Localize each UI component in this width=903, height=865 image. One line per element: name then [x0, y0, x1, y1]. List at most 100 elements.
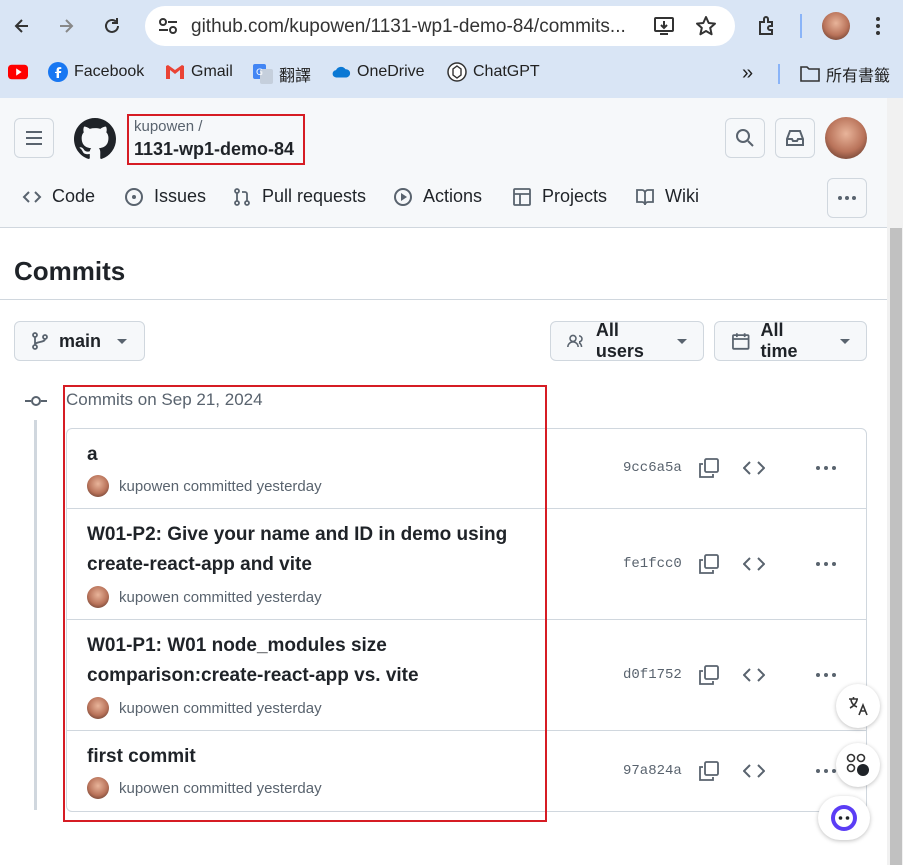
folder-icon — [800, 64, 820, 84]
bookmark-label: OneDrive — [357, 63, 425, 80]
tab-actions[interactable]: Actions — [393, 186, 482, 207]
github-logo-icon[interactable] — [74, 118, 116, 165]
search-button[interactable] — [725, 118, 765, 158]
tab-label: Pull requests — [262, 186, 367, 206]
install-app-icon[interactable] — [653, 16, 675, 41]
svg-text:G: G — [256, 68, 263, 78]
bookmark-onedrive[interactable]: OneDrive — [331, 62, 425, 82]
time-filter-label: All time — [760, 320, 798, 361]
kebab-horizontal-icon[interactable] — [815, 553, 837, 575]
translate-extension-button[interactable] — [836, 684, 880, 728]
table-icon — [513, 187, 531, 206]
hamburger-menu-button[interactable] — [14, 118, 54, 158]
bookmark-facebook[interactable]: Facebook — [48, 62, 144, 82]
facebook-icon — [48, 62, 68, 82]
chevron-down-icon — [677, 338, 687, 344]
commit-sha-link[interactable]: 97a824a — [623, 763, 682, 779]
bookmark-label: Gmail — [191, 63, 233, 80]
toolbar-divider — [800, 14, 802, 38]
users-filter-label: All users — [595, 320, 644, 361]
issue-icon — [125, 187, 143, 206]
chevron-down-icon — [840, 338, 850, 344]
tab-wiki[interactable]: Wiki — [635, 186, 699, 207]
chatgpt-icon — [447, 62, 467, 82]
forward-icon[interactable] — [50, 10, 82, 42]
inbox-button[interactable] — [775, 118, 815, 158]
scrollbar-thumb[interactable] — [890, 228, 902, 865]
user-avatar[interactable] — [825, 117, 867, 159]
all-bookmarks-button[interactable]: 所有書籤 — [800, 62, 890, 86]
annotation-box-repo — [127, 114, 305, 165]
browse-code-icon[interactable] — [743, 457, 765, 479]
url-text[interactable]: github.com/kupowen/1131-wp1-demo-84/comm… — [191, 16, 626, 38]
translate-icon — [849, 697, 868, 716]
browse-code-icon[interactable] — [743, 760, 765, 782]
bookmark-label: Facebook — [74, 63, 145, 80]
tab-projects[interactable]: Projects — [512, 186, 607, 207]
bookmarks-bar: Facebook Gmail G 翻譯 OneDrive ChatGPT » 所… — [0, 58, 903, 88]
repo-header: kupowen / 1131-wp1-demo-84 Code Issues P… — [0, 98, 887, 228]
time-filter[interactable]: All time — [714, 320, 867, 361]
copy-icon[interactable] — [698, 664, 720, 686]
inbox-icon — [786, 130, 804, 146]
book-icon — [636, 188, 654, 205]
bookmark-chatgpt[interactable]: ChatGPT — [447, 62, 540, 82]
chrome-menu-icon[interactable] — [870, 14, 886, 43]
chevron-down-icon — [117, 338, 128, 344]
bookmark-youtube[interactable] — [8, 62, 28, 82]
bookmark-gmail[interactable]: Gmail — [165, 62, 233, 82]
kebab-horizontal-icon[interactable] — [815, 457, 837, 479]
translate-icon: G — [253, 64, 273, 84]
tab-label: Actions — [423, 186, 483, 206]
calendar-icon — [732, 333, 750, 350]
assistant-extension-button[interactable] — [818, 796, 870, 840]
apps-github-icon — [846, 753, 869, 776]
pull-request-icon — [234, 187, 250, 206]
commit-sha-link[interactable]: 9cc6a5a — [623, 460, 682, 476]
apps-github-extension-button[interactable] — [836, 743, 880, 787]
bookmark-star-icon[interactable] — [695, 15, 717, 42]
users-filter[interactable]: All users — [550, 320, 704, 361]
copy-icon[interactable] — [698, 760, 720, 782]
tab-label: Code — [52, 186, 96, 206]
browse-code-icon[interactable] — [743, 664, 765, 686]
hamburger-icon — [26, 131, 42, 145]
more-bookmarks-button[interactable]: » — [742, 62, 753, 85]
tab-code[interactable]: Code — [22, 186, 95, 207]
commit-sha-link[interactable]: fe1fcc0 — [623, 556, 682, 572]
browse-code-icon[interactable] — [743, 553, 765, 575]
tab-issues[interactable]: Issues — [124, 186, 206, 207]
annotation-box-commits — [63, 385, 547, 822]
all-bookmarks-label: 所有書籤 — [826, 68, 891, 85]
git-commit-icon — [25, 394, 47, 412]
bookmark-translate[interactable]: G 翻譯 — [253, 62, 311, 86]
site-info-icon[interactable] — [157, 16, 179, 41]
copy-icon[interactable] — [698, 457, 720, 479]
address-bar[interactable]: github.com/kupowen/1131-wp1-demo-84/comm… — [145, 6, 735, 46]
tab-label: Wiki — [665, 186, 699, 206]
tab-pull-requests[interactable]: Pull requests — [232, 186, 366, 207]
branch-icon — [32, 332, 48, 350]
tab-label: Issues — [154, 186, 207, 206]
page-title: Commits — [14, 256, 126, 286]
code-icon — [22, 190, 42, 203]
bookmark-label: ChatGPT — [473, 63, 540, 80]
extensions-icon[interactable] — [756, 14, 780, 43]
kebab-horizontal-icon — [838, 196, 856, 200]
github-page: kupowen / 1131-wp1-demo-84 Code Issues P… — [0, 98, 887, 865]
title-divider — [0, 299, 887, 300]
kebab-horizontal-icon[interactable] — [815, 760, 837, 782]
copy-icon[interactable] — [698, 553, 720, 575]
repo-nav-tabs: Code Issues Pull requests Actions Projec… — [0, 178, 887, 218]
play-icon — [394, 187, 412, 206]
kebab-horizontal-icon[interactable] — [815, 664, 837, 686]
bookmark-label: 翻譯 — [279, 68, 312, 85]
browser-toolbar: github.com/kupowen/1131-wp1-demo-84/comm… — [0, 0, 903, 98]
back-icon[interactable] — [6, 10, 38, 42]
commit-sha-link[interactable]: d0f1752 — [623, 667, 682, 683]
branch-label: main — [59, 330, 102, 351]
branch-selector[interactable]: main — [14, 321, 145, 361]
profile-avatar[interactable] — [822, 12, 850, 40]
reload-icon[interactable] — [96, 10, 128, 42]
more-tabs-button[interactable] — [827, 178, 867, 218]
